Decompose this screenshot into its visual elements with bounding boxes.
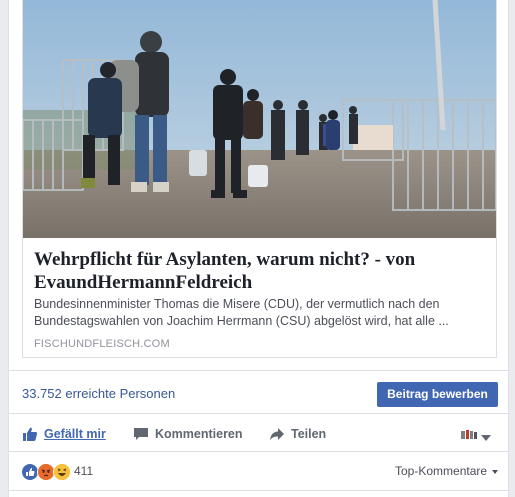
like-button[interactable]: Gefällt mir	[22, 418, 106, 450]
reactions-summary[interactable]: 411 Top-Kommentare	[9, 452, 508, 488]
link-preview-description: Bundesinnenminister Thomas die Misere (C…	[34, 297, 449, 328]
reaction-count: 411	[74, 464, 94, 478]
link-preview-image[interactable]	[23, 0, 496, 238]
post-card: Wehrpflicht für Asylanten, warum nicht? …	[8, 0, 509, 497]
divider	[9, 370, 508, 371]
divider	[9, 413, 508, 414]
like-label: Gefällt mir	[44, 427, 106, 441]
comment-button[interactable]: Kommentieren	[133, 418, 243, 450]
haha-icon	[53, 463, 71, 481]
share-arrow-icon	[269, 426, 285, 442]
share-label: Teilen	[291, 427, 327, 441]
comment-label: Kommentieren	[155, 427, 243, 441]
thumbs-up-icon	[22, 426, 38, 442]
comment-sort-dropdown[interactable]: Top-Kommentare	[395, 464, 499, 478]
promote-post-button[interactable]: Beitrag bewerben	[377, 382, 498, 407]
reach-count-link[interactable]: 33.752 erreichte Personen	[22, 386, 175, 401]
link-preview-domain: FISCHUNDFLEISCH.COM	[34, 338, 170, 350]
page-switcher[interactable]	[461, 428, 491, 446]
page-avatar-icon	[461, 428, 477, 446]
divider	[9, 490, 508, 491]
share-button[interactable]: Teilen	[269, 418, 326, 450]
comment-icon	[133, 426, 149, 442]
link-preview[interactable]: Wehrpflicht für Asylanten, warum nicht? …	[22, 0, 497, 358]
chevron-down-icon	[492, 469, 499, 474]
post-actions: Gefällt mir Kommentieren Teilen	[9, 418, 508, 450]
link-preview-headline[interactable]: Wehrpflicht für Asylanten, warum nicht? …	[34, 248, 484, 294]
chevron-down-icon	[481, 428, 491, 446]
comment-sort-label: Top-Kommentare	[395, 464, 488, 478]
